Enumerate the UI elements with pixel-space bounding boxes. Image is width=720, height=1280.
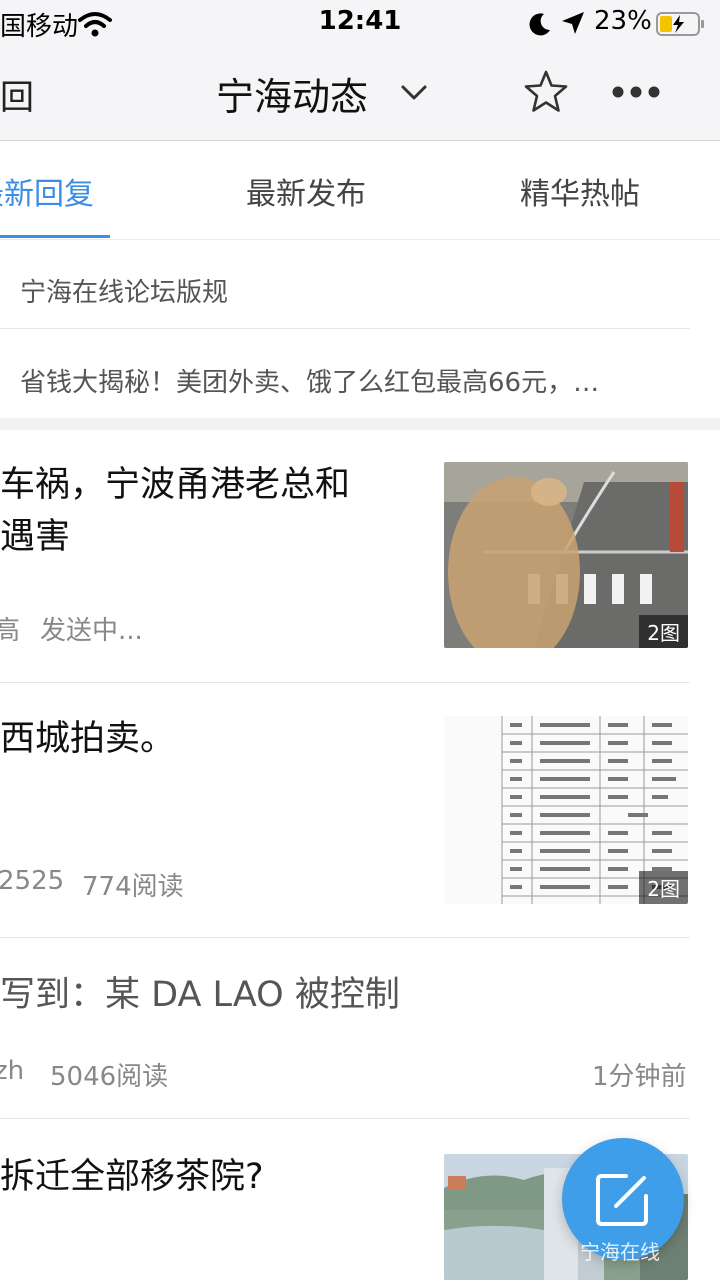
post-read-count: 5046阅读: [50, 1062, 169, 1092]
more-icon[interactable]: [610, 78, 662, 106]
divider: [0, 682, 690, 683]
tab-bar: 最新回复 最新发布 精华热帖: [0, 141, 720, 240]
battery-percent: 23%: [594, 6, 652, 36]
post-title-line2[interactable]: 遇害: [0, 512, 70, 562]
post-author: 高: [0, 616, 21, 646]
status-bar: 国移动 12:41 23%: [0, 0, 720, 48]
nav-bar: 回 宁海动态: [0, 48, 720, 141]
post-title[interactable]: 车祸，宁波甬港老总和: [0, 460, 350, 510]
divider: [0, 1118, 690, 1119]
back-button[interactable]: 回: [0, 70, 34, 119]
post-thumbnail[interactable]: 2图: [444, 462, 688, 648]
divider: [0, 328, 690, 329]
tab-latest-replies[interactable]: 最新回复: [0, 169, 94, 213]
post-title[interactable]: 写到：某 DA LAO 被控制: [0, 970, 400, 1020]
notice-forum-rules[interactable]: 宁海在线论坛版规: [20, 272, 690, 309]
section-separator: [0, 418, 720, 430]
post-title[interactable]: 拆迁全部移茶院?: [0, 1152, 264, 1202]
image-count-badge: 2图: [639, 615, 688, 648]
post-title[interactable]: 西城拍卖。: [0, 714, 175, 764]
page-title[interactable]: 宁海动态: [216, 66, 368, 121]
tab-latest-posts[interactable]: 最新发布: [246, 169, 366, 213]
post-author: zh: [0, 1056, 25, 1086]
image-count-badge: 2图: [639, 871, 688, 904]
notice-promo[interactable]: 省钱大揭秘！美团外卖、饿了么红包最高66元，…: [20, 362, 690, 399]
post-read-count: 774阅读: [82, 872, 184, 902]
post-author: 2525: [0, 866, 65, 896]
compose-icon: [596, 1174, 648, 1226]
post-time: 1分钟前: [592, 1062, 687, 1092]
chevron-down-icon[interactable]: [398, 76, 430, 108]
moon-icon: [529, 13, 550, 36]
post-thumbnail[interactable]: 2图: [444, 716, 688, 904]
location-arrow-icon: [562, 12, 584, 34]
tab-featured[interactable]: 精华热帖: [520, 169, 640, 213]
active-tab-indicator: [0, 235, 110, 238]
post-status: 发送中...: [40, 616, 143, 646]
divider: [0, 937, 690, 938]
star-icon[interactable]: [522, 68, 570, 116]
battery-charging-icon: [656, 12, 704, 36]
watermark: 宁海在线: [580, 1240, 660, 1264]
